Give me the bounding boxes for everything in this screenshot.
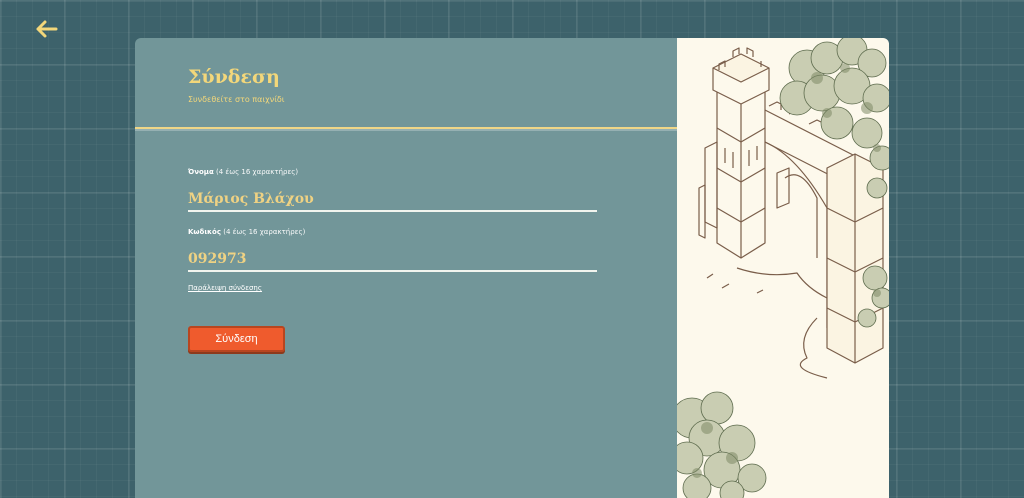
name-field-label: Όνομα (4 έως 16 χαρακτήρες) xyxy=(188,168,298,176)
header-divider xyxy=(135,127,677,129)
back-button[interactable] xyxy=(34,16,60,42)
illustration-panel xyxy=(677,38,889,498)
code-input[interactable] xyxy=(188,248,597,272)
page-title: Σύνδεση xyxy=(188,66,280,88)
arrow-left-icon xyxy=(36,20,58,38)
login-form-panel: Σύνδεση Συνδεθείτε στο παιχνίδι Όνομα (4… xyxy=(135,38,677,498)
code-hint: (4 έως 16 χαρακτήρες) xyxy=(223,228,306,236)
code-label: Κωδικός xyxy=(188,228,221,236)
skip-login-link[interactable]: Παράλειψη σύνδεσης xyxy=(188,284,262,292)
page-subtitle: Συνδεθείτε στο παιχνίδι xyxy=(188,95,285,104)
name-label: Όνομα xyxy=(188,168,214,176)
login-card: Σύνδεση Συνδεθείτε στο παιχνίδι Όνομα (4… xyxy=(135,38,889,498)
login-button[interactable]: Σύνδεση xyxy=(188,326,285,352)
name-hint: (4 έως 16 χαρακτήρες) xyxy=(216,168,299,176)
name-input[interactable] xyxy=(188,188,597,212)
castle-gate-illustration xyxy=(677,38,889,498)
code-field-label: Κωδικός (4 έως 16 χαρακτήρες) xyxy=(188,228,305,236)
